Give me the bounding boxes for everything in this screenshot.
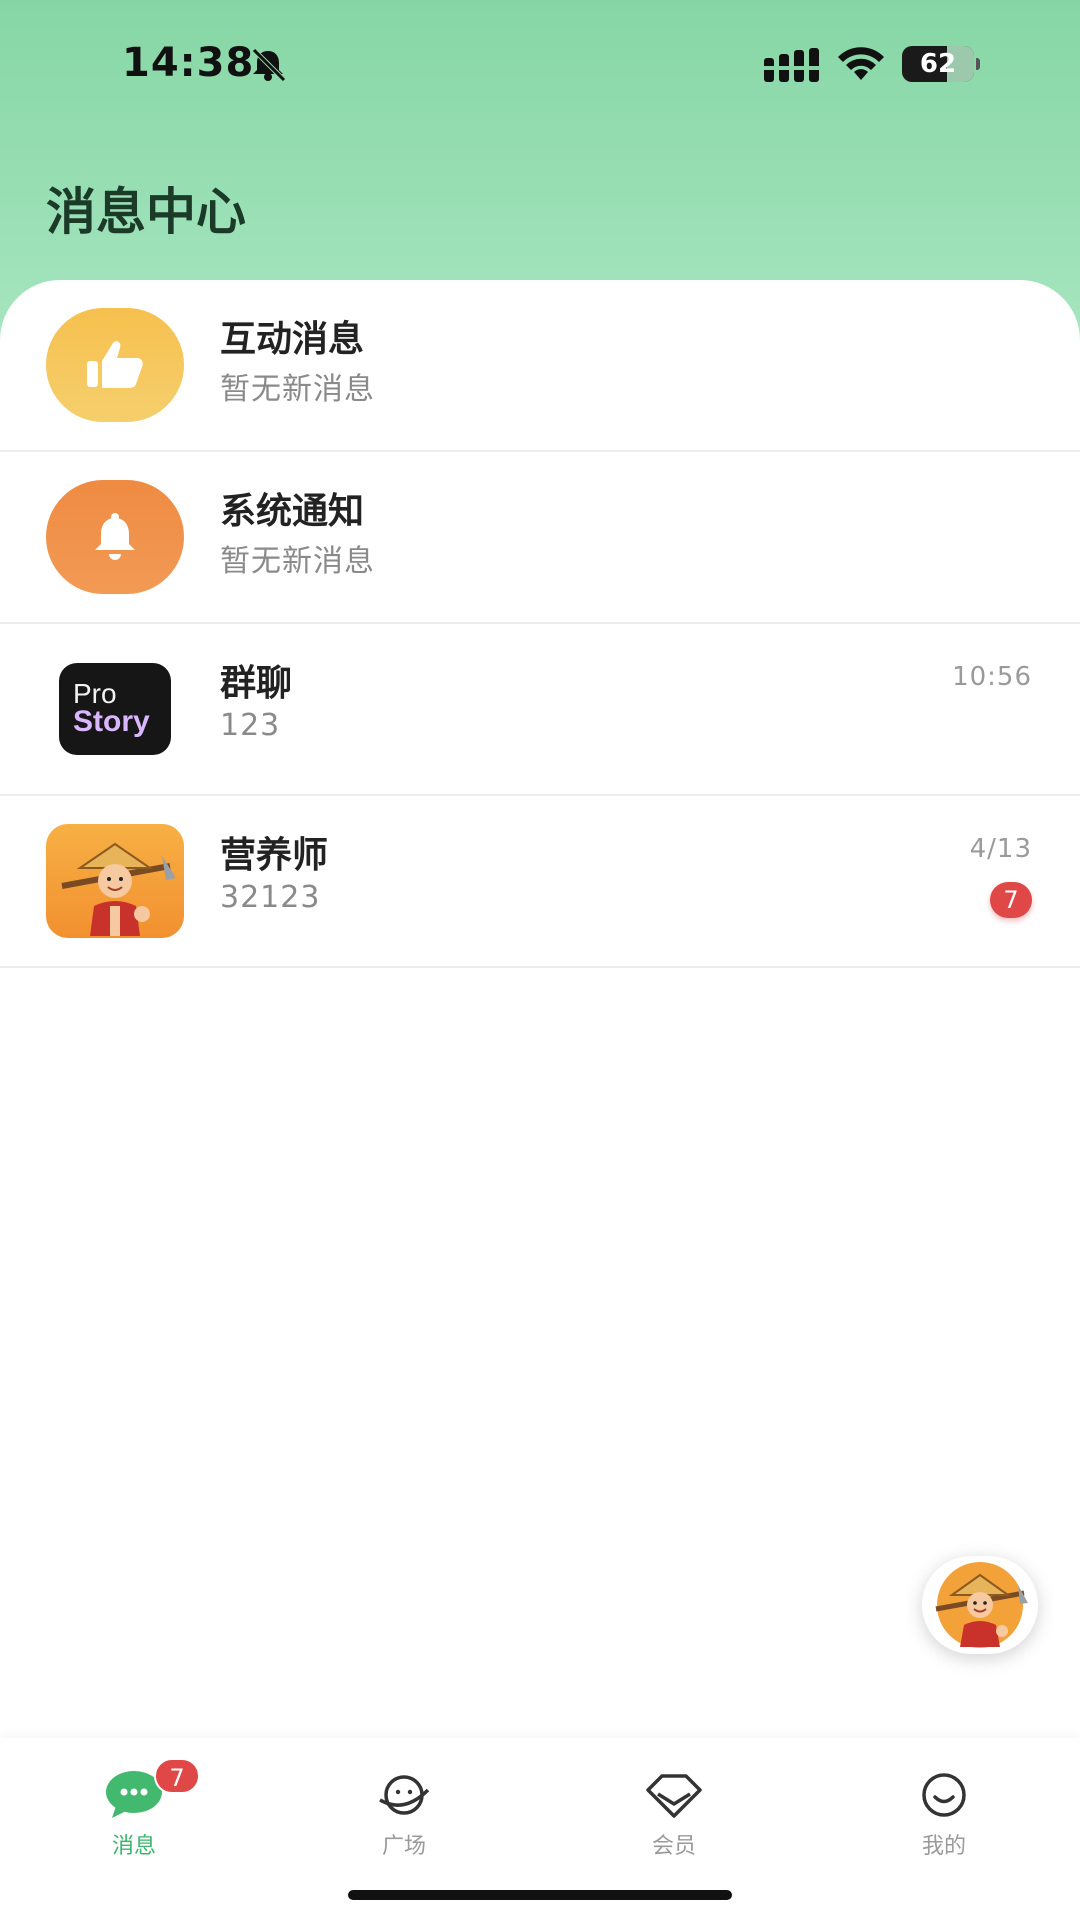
row-title: 互动消息	[220, 319, 365, 360]
wifi-icon	[838, 47, 884, 80]
row-subtitle: 暂无新消息	[220, 372, 375, 407]
message-row-group-chat[interactable]: Pro Story 群聊 123 10:56	[0, 624, 1080, 796]
tab-profile[interactable]: 我的	[864, 1758, 1024, 1868]
message-row-interaction[interactable]: 互动消息 暂无新消息	[0, 280, 1080, 452]
row-title: 群聊	[220, 663, 293, 704]
page-title: 消息中心	[46, 183, 246, 241]
signal-icon	[764, 48, 820, 82]
prostory-logo: Pro Story	[59, 663, 171, 755]
row-subtitle: 32123	[220, 880, 321, 915]
farmer-mascot-icon	[935, 1562, 1028, 1648]
battery-percent: 62	[919, 49, 957, 79]
nutritionist-avatar	[46, 824, 184, 938]
row-time: 10:56	[952, 662, 1032, 692]
tab-label: 广场	[381, 1834, 426, 1859]
row-title: 系统通知	[220, 491, 365, 532]
tab-plaza[interactable]: 广场	[324, 1758, 484, 1868]
message-list: 互动消息 暂无新消息 系统通知 暂无新消息 Pro Story 群聊 123 1…	[0, 280, 1080, 1740]
tab-membership[interactable]: 会员	[594, 1758, 754, 1868]
unread-badge: 7	[990, 882, 1032, 918]
row-title: 营养师	[220, 835, 329, 876]
home-indicator	[348, 1890, 732, 1900]
planet-icon	[379, 1775, 430, 1815]
tab-messages[interactable]: 7 消息	[54, 1758, 214, 1868]
row-time: 4/13	[969, 834, 1032, 864]
row-subtitle: 暂无新消息	[220, 544, 375, 579]
farmer-mascot-icon	[61, 842, 176, 936]
status-bar: 14:38 62	[0, 0, 1080, 130]
thumbs-up-icon	[87, 341, 143, 388]
interaction-avatar	[46, 308, 184, 422]
tab-label: 消息	[111, 1834, 156, 1859]
battery-indicator: 62	[902, 46, 980, 82]
tab-label: 会员	[651, 1834, 696, 1859]
floating-assistant-button[interactable]	[922, 1556, 1038, 1654]
tab-label: 我的	[921, 1834, 966, 1859]
tab-badge: 7	[154, 1758, 200, 1794]
bell-off-icon	[252, 48, 286, 82]
message-row-system[interactable]: 系统通知 暂无新消息	[0, 452, 1080, 624]
bell-icon	[95, 513, 135, 560]
message-row-nutritionist[interactable]: 营养师 32123 4/13 7	[0, 796, 1080, 968]
group-chat-avatar: Pro Story	[46, 652, 184, 766]
diamond-icon	[646, 1774, 702, 1818]
system-avatar	[46, 480, 184, 594]
row-subtitle: 123	[220, 708, 281, 743]
status-time: 14:38	[122, 40, 255, 86]
smile-icon	[922, 1773, 966, 1817]
